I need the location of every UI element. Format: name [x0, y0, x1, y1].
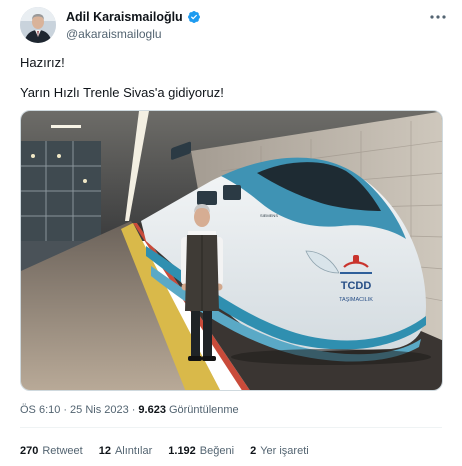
bookmarks-count: 2	[250, 445, 257, 457]
retweets-count: 270	[20, 445, 39, 457]
tweet-text-line-2: Yarın Hızlı Trenle Sivas'a gidiyoruz!	[20, 85, 224, 100]
bookmarks-label: Yer işareti	[260, 445, 309, 457]
tweet-time[interactable]: ÖS 6:10	[20, 404, 60, 416]
retweets-label: Retweet	[42, 445, 83, 457]
verified-badge-icon	[187, 11, 200, 23]
train-maker-text: SIEMENS	[260, 213, 278, 218]
tweet-text-line-1: Hazırız!	[20, 55, 65, 70]
views-count: 9.623	[138, 404, 166, 416]
retweets-stat[interactable]: 270 Retweet	[20, 445, 83, 457]
author-name-text[interactable]: Adil Karaismailoğlu	[66, 10, 183, 24]
views-label: Görüntülenme	[168, 404, 239, 416]
tweet-card: Adil Karaismailoğlu @akaraismailoglu Haz…	[0, 0, 462, 466]
meta-separator: ·	[131, 404, 136, 416]
more-options-button[interactable]	[428, 9, 448, 25]
avatar-photo	[20, 7, 56, 43]
divider	[20, 427, 442, 428]
meta-separator: ·	[63, 404, 68, 416]
train-photo: TCDD TAŞIMACILIK SIEMENS	[21, 111, 442, 390]
likes-stat[interactable]: 1.192 Beğeni	[168, 445, 234, 457]
author-handle[interactable]: @akaraismailoglu	[66, 27, 162, 41]
likes-label: Beğeni	[199, 445, 235, 457]
likes-count: 1.192	[168, 445, 196, 457]
bookmarks-stat[interactable]: 2 Yer işareti	[250, 445, 309, 457]
author-name[interactable]: Adil Karaismailoğlu	[66, 10, 201, 24]
tweet-date[interactable]: 25 Nis 2023	[70, 404, 129, 416]
train-sub-text: TAŞIMACILIK	[339, 297, 373, 303]
quotes-stat[interactable]: 12 Alıntılar	[99, 445, 153, 457]
quotes-label: Alıntılar	[114, 445, 153, 457]
train-brand-text: TCDD	[341, 280, 372, 292]
engagement-stats: 270 Retweet 12 Alıntılar 1.192 Beğeni 2 …	[20, 445, 309, 457]
avatar[interactable]	[20, 7, 56, 43]
more-dots-icon	[430, 15, 446, 19]
tweet-media-photo[interactable]: TCDD TAŞIMACILIK SIEMENS	[20, 110, 443, 391]
tweet-meta: ÖS 6:10 · 25 Nis 2023 · 9.623 Görüntülen…	[20, 404, 239, 416]
quotes-count: 12	[98, 445, 111, 457]
